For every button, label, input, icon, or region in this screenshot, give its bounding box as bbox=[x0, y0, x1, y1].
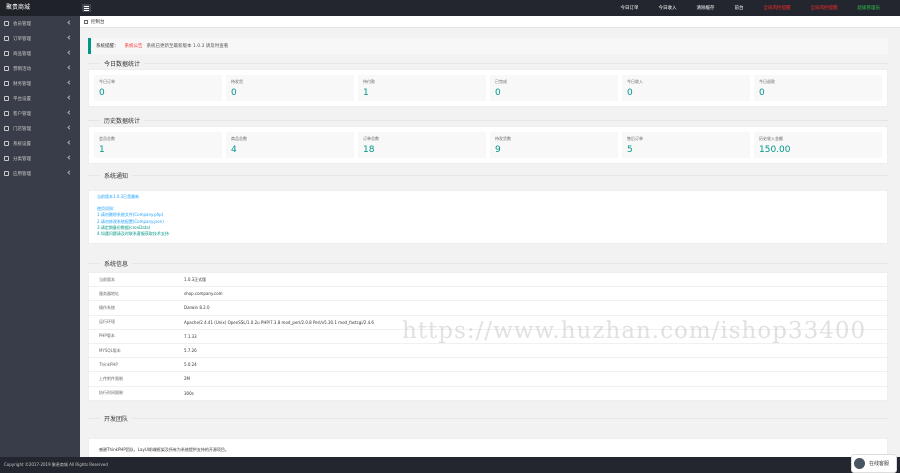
stat-card: 历史收入金额 150.00 bbox=[754, 132, 882, 158]
version-link[interactable]: 当前版本1.0.3已是最新 bbox=[97, 194, 879, 200]
serverinfo-legend: 系统信息 bbox=[88, 259, 888, 268]
sidebar-item-orders[interactable]: 订单管理 bbox=[0, 31, 80, 46]
online-service-button[interactable]: 在线客服 bbox=[851, 454, 897, 473]
sidebar-item-platform[interactable]: 平台设置 bbox=[0, 91, 80, 106]
finance-icon bbox=[4, 81, 9, 86]
sidebar-item-apps[interactable]: 应用管理 bbox=[0, 166, 80, 181]
table-row: 当前版本 1.0.3正式版 bbox=[89, 273, 887, 288]
dev-team-legend: 开发团队 bbox=[88, 414, 888, 423]
stat-card: 待发货 0 bbox=[226, 75, 354, 101]
service-label: 在线客服 bbox=[869, 461, 890, 467]
menu-toggle-button[interactable] bbox=[82, 4, 91, 12]
stat-card: 今日收入 0 bbox=[622, 75, 750, 101]
today-stats: 今日订单 0 待发货 0 待付款 1 已完成 0 今日收入 0 今日退款 0 bbox=[88, 69, 888, 107]
sidebar-item-finance[interactable]: 财务管理 bbox=[0, 76, 80, 91]
system-notice: 系统提醒： 系统公告 系统已更新至最新版本 1.0.3 请及时查看 bbox=[88, 38, 888, 54]
table-row: ThinkPHP 5.0.24 bbox=[89, 358, 887, 373]
stat-card: 今日退款 0 bbox=[754, 75, 882, 101]
table-row: 服务器地址 shop.company.com bbox=[89, 287, 887, 302]
history-legend: 历史数据统计 bbox=[88, 116, 888, 125]
chevron-icon bbox=[67, 50, 72, 55]
top-bar: 聚贵商城 今日订单 今日收入 清除缓存 前台 全局风控提醒 全局风控提醒 超级管… bbox=[0, 0, 900, 16]
sidebar-item-system[interactable]: 系统设置 bbox=[0, 136, 80, 151]
dev-team-panel: 感谢ThinkPHP团队，LayUI前端框架及所有为系统提供支持的开源项目。 bbox=[88, 438, 888, 457]
sysnotice-legend: 系统通知 bbox=[88, 171, 888, 180]
table-row: 上传附件限制 2M bbox=[89, 372, 887, 387]
sysnotice-panel: 当前版本1.0.3已是最新 使用须知： 1.请勿删除系统文件(Company.p… bbox=[88, 190, 888, 244]
history-stats: 会员总数 1 商品总数 4 订单总数 18 待发货数 9 售后订单 5 历史收入金额 150… bbox=[88, 126, 888, 164]
dev-team-text: 感谢ThinkPHP团队，LayUI前端框架及所有为系统提供支持的开源项目。 bbox=[99, 447, 229, 452]
avatar bbox=[854, 458, 865, 469]
top-link-clear-cache[interactable]: 清除缓存 bbox=[687, 5, 725, 11]
chevron-icon bbox=[67, 80, 72, 85]
watermark: https://www.huzhan.com/ishop33400 bbox=[402, 318, 867, 344]
stat-card: 待发货数 9 bbox=[490, 132, 618, 158]
table-row: 执行时间限制 300s bbox=[89, 387, 887, 401]
top-link-frontend[interactable]: 前台 bbox=[725, 5, 754, 11]
top-link-alert-2[interactable]: 全局风控提醒 bbox=[801, 5, 848, 11]
chevron-icon bbox=[67, 155, 72, 160]
sidebar-item-customers[interactable]: 客户管理 bbox=[0, 106, 80, 121]
chevron-icon bbox=[67, 110, 72, 115]
app-logo[interactable]: 聚贵商城 bbox=[0, 0, 80, 16]
chevron-icon bbox=[67, 95, 72, 100]
stat-card: 会员总数 1 bbox=[94, 132, 222, 158]
top-links: 今日订单 今日收入 清除缓存 前台 全局风控提醒 全局风控提醒 超级管理员 bbox=[611, 0, 891, 16]
goods-icon bbox=[4, 51, 9, 56]
category-icon bbox=[4, 156, 9, 161]
footer: Copyright ©2017-2019 聚贵商城 All Rights Res… bbox=[0, 457, 900, 473]
notice-label: 系统提醒： bbox=[96, 44, 119, 49]
marketing-icon bbox=[4, 66, 9, 71]
order-icon bbox=[4, 36, 9, 41]
table-row: MYSQL版本 5.7.26 bbox=[89, 344, 887, 359]
hamburger-icon bbox=[84, 6, 89, 7]
chevron-icon bbox=[67, 65, 72, 70]
store-icon bbox=[4, 126, 9, 131]
table-row: 操作系统 Darwin 8.2.0 bbox=[89, 301, 887, 316]
chevron-icon bbox=[67, 170, 72, 175]
notice-text: 系统已更新至最新版本 1.0.3 请及时查看 bbox=[146, 44, 229, 49]
chevron-icon bbox=[67, 125, 72, 130]
sidebar-item-goods[interactable]: 商品管理 bbox=[0, 46, 80, 61]
tab-console[interactable]: 控制台 bbox=[91, 19, 105, 25]
sidebar-item-stores[interactable]: 门店管理 bbox=[0, 121, 80, 136]
tab-bar: 控制台 bbox=[80, 16, 900, 28]
stat-card: 待付款 1 bbox=[358, 75, 486, 101]
sidebar-item-members[interactable]: 会员管理 bbox=[0, 16, 80, 31]
sidebar-item-categories[interactable]: 分类管理 bbox=[0, 151, 80, 166]
app-icon bbox=[4, 171, 9, 176]
notice-warning[interactable]: 系统公告 bbox=[125, 43, 143, 49]
stat-card: 售后订单 5 bbox=[622, 132, 750, 158]
today-legend: 今日数据统计 bbox=[88, 59, 888, 68]
top-link-today-orders[interactable]: 今日订单 bbox=[611, 5, 649, 11]
chevron-icon bbox=[67, 140, 72, 145]
stat-card: 今日订单 0 bbox=[94, 75, 222, 101]
gear-icon bbox=[4, 141, 9, 146]
main-content: 控制台 系统提醒： 系统公告 系统已更新至最新版本 1.0.3 请及时查看 今日… bbox=[80, 16, 900, 457]
chevron-icon bbox=[67, 20, 72, 25]
top-link-alert-1[interactable]: 全局风控提醒 bbox=[754, 5, 801, 11]
stat-card: 商品总数 4 bbox=[226, 132, 354, 158]
top-link-admin-user[interactable]: 超级管理员 bbox=[848, 5, 891, 11]
platform-icon bbox=[4, 96, 9, 101]
copyright-text: Copyright ©2017-2019 聚贵商城 All Rights Res… bbox=[4, 462, 108, 467]
notice-line: 4.如遇问题请及时联系客服获取技术支持 bbox=[97, 231, 169, 237]
sidebar: 会员管理 订单管理 商品管理 营销活动 财务管理 平台设置 客户管理 门店管理 … bbox=[0, 16, 80, 457]
top-link-today-income[interactable]: 今日收入 bbox=[649, 5, 687, 11]
home-icon bbox=[84, 19, 88, 24]
user-icon bbox=[4, 21, 9, 26]
sidebar-item-marketing[interactable]: 营销活动 bbox=[0, 61, 80, 76]
stat-card: 已完成 0 bbox=[490, 75, 618, 101]
customer-icon bbox=[4, 111, 9, 116]
chevron-icon bbox=[67, 35, 72, 40]
stat-card: 订单总数 18 bbox=[358, 132, 486, 158]
